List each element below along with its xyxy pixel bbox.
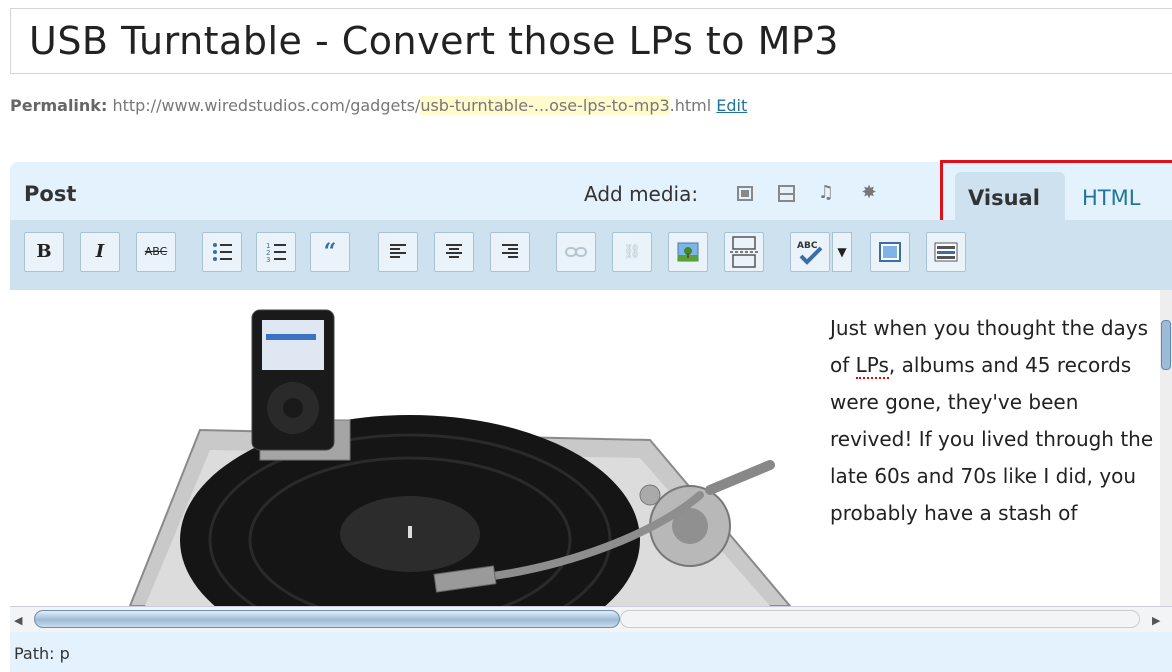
bullet-list-icon: [213, 243, 232, 261]
bullet-list-button[interactable]: [202, 232, 242, 272]
insert-image-button[interactable]: [668, 232, 708, 272]
scroll-left-arrow-icon[interactable]: ◀: [14, 614, 22, 627]
horizontal-scrollbar[interactable]: ◀ ▶: [10, 606, 1172, 633]
post-title-text: USB Turntable - Convert those LPs to MP3: [29, 19, 839, 63]
permalink-edit-link[interactable]: Edit: [716, 96, 747, 115]
add-audio-icon[interactable]: ♫: [817, 184, 835, 202]
numbered-list-button[interactable]: 123: [256, 232, 296, 272]
editor-statusbar: Path: p: [10, 632, 1172, 672]
permalink-slug[interactable]: usb-turntable-...ose-lps-to-mp3: [420, 96, 670, 115]
fullscreen-icon: [879, 242, 901, 262]
kitchen-sink-button[interactable]: [926, 232, 966, 272]
align-center-icon: [446, 244, 462, 258]
svg-text:3: 3: [266, 256, 270, 263]
misspelled-word[interactable]: LPs: [855, 353, 889, 379]
insert-link-button[interactable]: [556, 232, 596, 272]
permalink-label: Permalink:: [10, 96, 108, 115]
numbered-list-icon: 123: [266, 242, 286, 264]
post-title-field[interactable]: USB Turntable - Convert those LPs to MP3: [10, 8, 1172, 74]
add-other-media-icon[interactable]: ✸: [860, 184, 878, 202]
link-icon: [565, 247, 587, 257]
add-gallery-icon[interactable]: [778, 185, 795, 202]
kitchen-sink-icon: [934, 242, 958, 262]
add-media-label: Add media:: [584, 182, 699, 206]
editor-content-area[interactable]: Just when you thought the days of LPs, a…: [10, 290, 1160, 606]
strikethrough-button[interactable]: ABC: [136, 232, 176, 272]
horizontal-scroll-thumb[interactable]: [34, 610, 620, 628]
image-icon: [677, 242, 699, 262]
editor-toolbar: B I ABC 123 “ ⛓ ABC ▼: [10, 220, 1172, 290]
permalink-row: Permalink: http://www.wiredstudios.com/g…: [10, 96, 747, 115]
fullscreen-button[interactable]: [870, 232, 910, 272]
scroll-right-arrow-icon[interactable]: ▶: [1152, 614, 1160, 627]
vertical-scroll-thumb[interactable]: [1161, 320, 1171, 370]
align-center-button[interactable]: [434, 232, 474, 272]
post-heading: Post: [24, 182, 77, 206]
italic-button[interactable]: I: [80, 232, 120, 272]
add-image-icon[interactable]: [737, 186, 753, 201]
blockquote-button[interactable]: “: [310, 232, 350, 272]
unlink-icon: ⛓: [623, 244, 641, 260]
unlink-button[interactable]: ⛓: [612, 232, 652, 272]
spellcheck-icon: ABC: [797, 241, 823, 265]
vertical-scrollbar[interactable]: [1160, 290, 1172, 606]
permalink-suffix: .html: [669, 96, 712, 115]
bold-button[interactable]: B: [24, 232, 64, 272]
align-left-button[interactable]: [378, 232, 418, 272]
permalink-base-url: http://www.wiredstudios.com/gadgets/: [112, 96, 421, 115]
element-path: Path: p: [14, 644, 70, 663]
turntable-image: [128, 309, 792, 606]
svg-text:ABC: ABC: [797, 241, 818, 251]
align-right-button[interactable]: [490, 232, 530, 272]
more-tag-icon: [730, 236, 758, 268]
post-body-text[interactable]: Just when you thought the days of LPs, a…: [830, 310, 1160, 532]
spellcheck-button[interactable]: ABC: [790, 232, 830, 272]
insert-more-tag-button[interactable]: [724, 232, 764, 272]
align-right-icon: [502, 244, 518, 258]
spellcheck-dropdown[interactable]: ▼: [832, 232, 852, 272]
horizontal-scroll-track[interactable]: [620, 610, 1140, 628]
align-left-icon: [390, 244, 406, 258]
